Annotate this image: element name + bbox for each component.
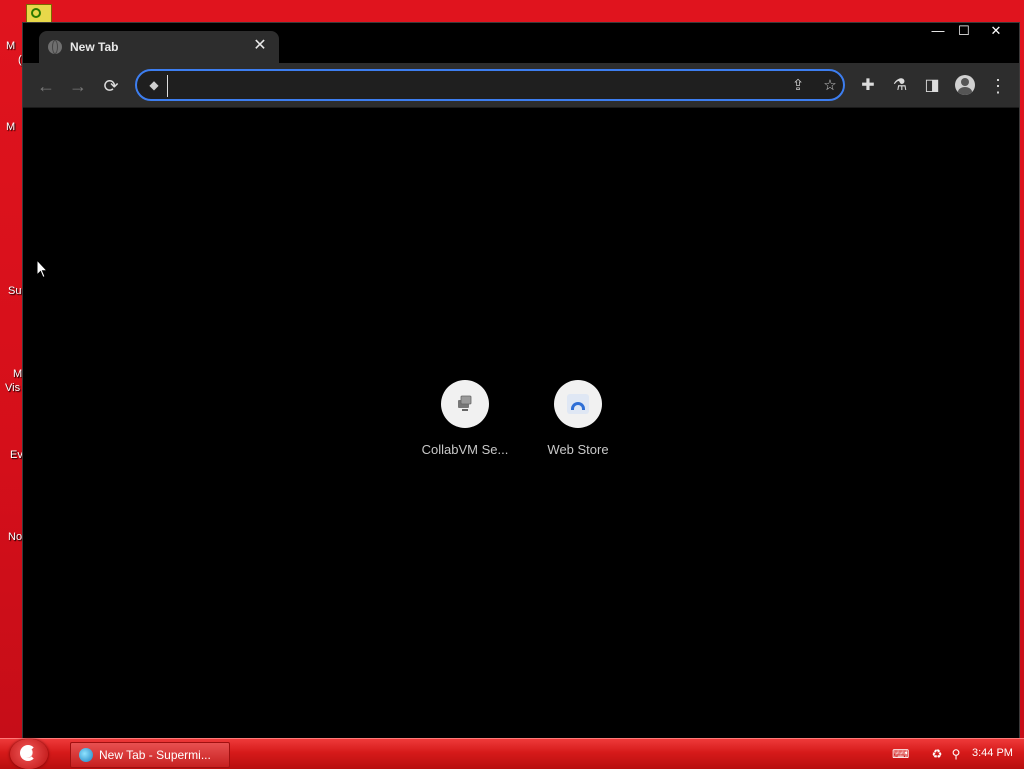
desktop-label[interactable]: Vis xyxy=(5,382,20,394)
browser-window: New Tab ✕ — ☐ ✕ ← → ⟳ ◆ ⇪ ☆ ✚ ⚗ ◨ ⋮ Coll… xyxy=(22,22,1020,738)
forward-button[interactable]: → xyxy=(67,75,89,97)
search-icon[interactable]: ⚲ xyxy=(949,747,963,761)
browser-icon xyxy=(79,748,93,762)
browser-toolbar: ← → ⟳ ◆ ⇪ ☆ ✚ ⚗ ◨ ⋮ xyxy=(23,63,1019,108)
shortcut-icon-circle xyxy=(441,380,489,428)
share-icon[interactable]: ⇪ xyxy=(789,77,807,95)
mouse-pointer-icon xyxy=(36,259,48,279)
search-engine-icon: ◆ xyxy=(149,78,159,92)
tab-close-icon[interactable]: ✕ xyxy=(251,37,269,55)
globe-icon xyxy=(48,40,62,54)
desktop-label[interactable]: M xyxy=(6,40,15,52)
clock[interactable]: 3:44 PM xyxy=(972,747,1013,759)
labs-flask-icon[interactable]: ⚗ xyxy=(889,75,911,97)
desktop-label[interactable]: Ev xyxy=(10,449,23,461)
profile-avatar-icon[interactable] xyxy=(955,75,975,95)
keyboard-icon[interactable]: ⌨ xyxy=(892,747,909,761)
minimize-button[interactable]: — xyxy=(925,23,951,39)
collabvm-icon xyxy=(458,395,472,411)
reload-button[interactable]: ⟳ xyxy=(100,75,122,97)
maximize-button[interactable]: ☐ xyxy=(951,23,977,39)
taskbar-item-label: New Tab - Supermi... xyxy=(99,748,211,762)
extensions-icon[interactable]: ✚ xyxy=(857,75,879,97)
shortcut-label: CollabVM Se... xyxy=(421,442,509,457)
network-icon[interactable]: ♻ xyxy=(930,747,944,761)
shortcut-label: Web Store xyxy=(547,442,609,457)
shortcut-collabvm[interactable]: CollabVM Se... xyxy=(409,380,521,470)
start-button[interactable] xyxy=(10,739,48,769)
address-bar[interactable]: ◆ ⇪ ☆ xyxy=(135,69,845,101)
address-input[interactable] xyxy=(167,75,772,97)
menu-kebab-icon[interactable]: ⋮ xyxy=(987,75,1009,97)
desktop-label[interactable]: M xyxy=(6,121,15,133)
bookmark-star-icon[interactable]: ☆ xyxy=(821,77,839,95)
shortcut-icon-circle xyxy=(554,380,602,428)
close-button[interactable]: ✕ xyxy=(983,23,1009,39)
new-tab-page: CollabVM Se... Web Store xyxy=(23,108,1019,738)
shortcut-web-store[interactable]: Web Store xyxy=(522,380,634,470)
taskbar-item-browser[interactable]: New Tab - Supermi... xyxy=(70,742,230,768)
taskbar: New Tab - Supermi... ⌨ ♻ ⚲ 3:44 PM xyxy=(0,738,1024,769)
tab-title: New Tab xyxy=(70,40,119,54)
title-bar: New Tab ✕ — ☐ ✕ xyxy=(23,23,1019,63)
desktop-label[interactable]: No xyxy=(8,531,22,543)
back-button[interactable]: ← xyxy=(35,75,57,97)
tab-new-tab[interactable]: New Tab ✕ xyxy=(39,31,279,63)
side-panel-icon[interactable]: ◨ xyxy=(921,75,943,97)
desktop-label[interactable]: Su xyxy=(8,285,21,297)
desktop-label[interactable]: M xyxy=(13,368,22,380)
webstore-icon xyxy=(567,394,589,414)
